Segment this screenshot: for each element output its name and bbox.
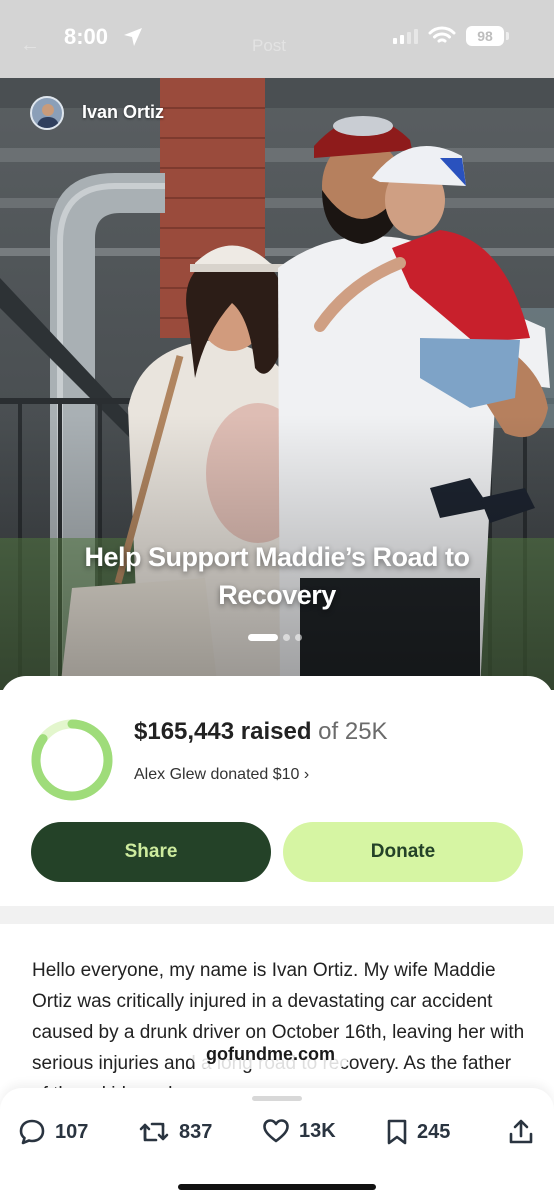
carousel-dot-3[interactable]	[295, 634, 302, 641]
repost-icon	[139, 1122, 169, 1142]
share-post-action[interactable]	[508, 1118, 534, 1146]
reply-count: 107	[55, 1120, 89, 1143]
battery-nub	[506, 32, 509, 40]
amount-raised: $165,443 raised	[134, 718, 312, 745]
page-title: Post	[252, 36, 287, 55]
status-bar: ← 8:00 Post 98	[0, 0, 554, 78]
battery-icon: 98	[466, 26, 504, 46]
donate-button[interactable]: Donate	[283, 822, 523, 882]
repost-action[interactable]: 837	[138, 1118, 212, 1146]
status-time: 8:00	[64, 24, 109, 49]
reply-action[interactable]: 107	[18, 1118, 88, 1146]
cellular-signal-icon	[393, 28, 418, 44]
wifi-icon	[428, 26, 456, 43]
author-avatar[interactable]	[30, 96, 64, 130]
back-arrow-icon[interactable]: ←	[20, 34, 40, 57]
share-button[interactable]: Share	[31, 822, 271, 882]
reply-icon	[19, 1119, 45, 1145]
bookmark-count: 245	[417, 1120, 451, 1143]
like-action[interactable]: 13K	[262, 1118, 336, 1144]
location-arrow-icon	[124, 28, 142, 46]
latest-donation: Alex Glew donated $10	[134, 766, 300, 783]
hero-photo[interactable]: Ivan Ortiz Help Support Maddie’s Road to…	[0, 78, 554, 690]
goal-amount: of 25K	[318, 718, 388, 745]
carousel-dot-1[interactable]	[248, 634, 278, 641]
amount-raised-line: $165,443 raised of 25K	[134, 718, 388, 746]
section-divider	[0, 906, 554, 924]
bookmark-icon	[387, 1119, 407, 1145]
gofundme-watermark: gofundme.com	[192, 1040, 349, 1069]
fundraiser-story: Hello everyone, my name is Ivan Ortiz. M…	[32, 960, 525, 1105]
repost-count: 837	[179, 1120, 213, 1143]
like-count: 13K	[299, 1119, 336, 1142]
progress-ring	[31, 719, 113, 801]
carousel-dot-2[interactable]	[283, 634, 290, 641]
latest-donation-link[interactable]: Alex Glew donated $10 ›	[134, 766, 309, 784]
home-indicator[interactable]	[178, 1184, 376, 1190]
fundraiser-card: $165,443 raised of 25K Alex Glew donated…	[0, 676, 554, 906]
author-name[interactable]: Ivan Ortiz	[82, 102, 164, 123]
share-icon	[509, 1119, 533, 1144]
carousel-indicator[interactable]	[248, 634, 302, 641]
heart-icon	[263, 1119, 289, 1143]
bookmark-action[interactable]: 245	[386, 1118, 450, 1146]
chevron-right-icon: ›	[303, 766, 310, 783]
sheet-grabber[interactable]	[252, 1096, 302, 1101]
fundraiser-title: Help Support Maddie’s Road to Recovery	[84, 542, 470, 610]
